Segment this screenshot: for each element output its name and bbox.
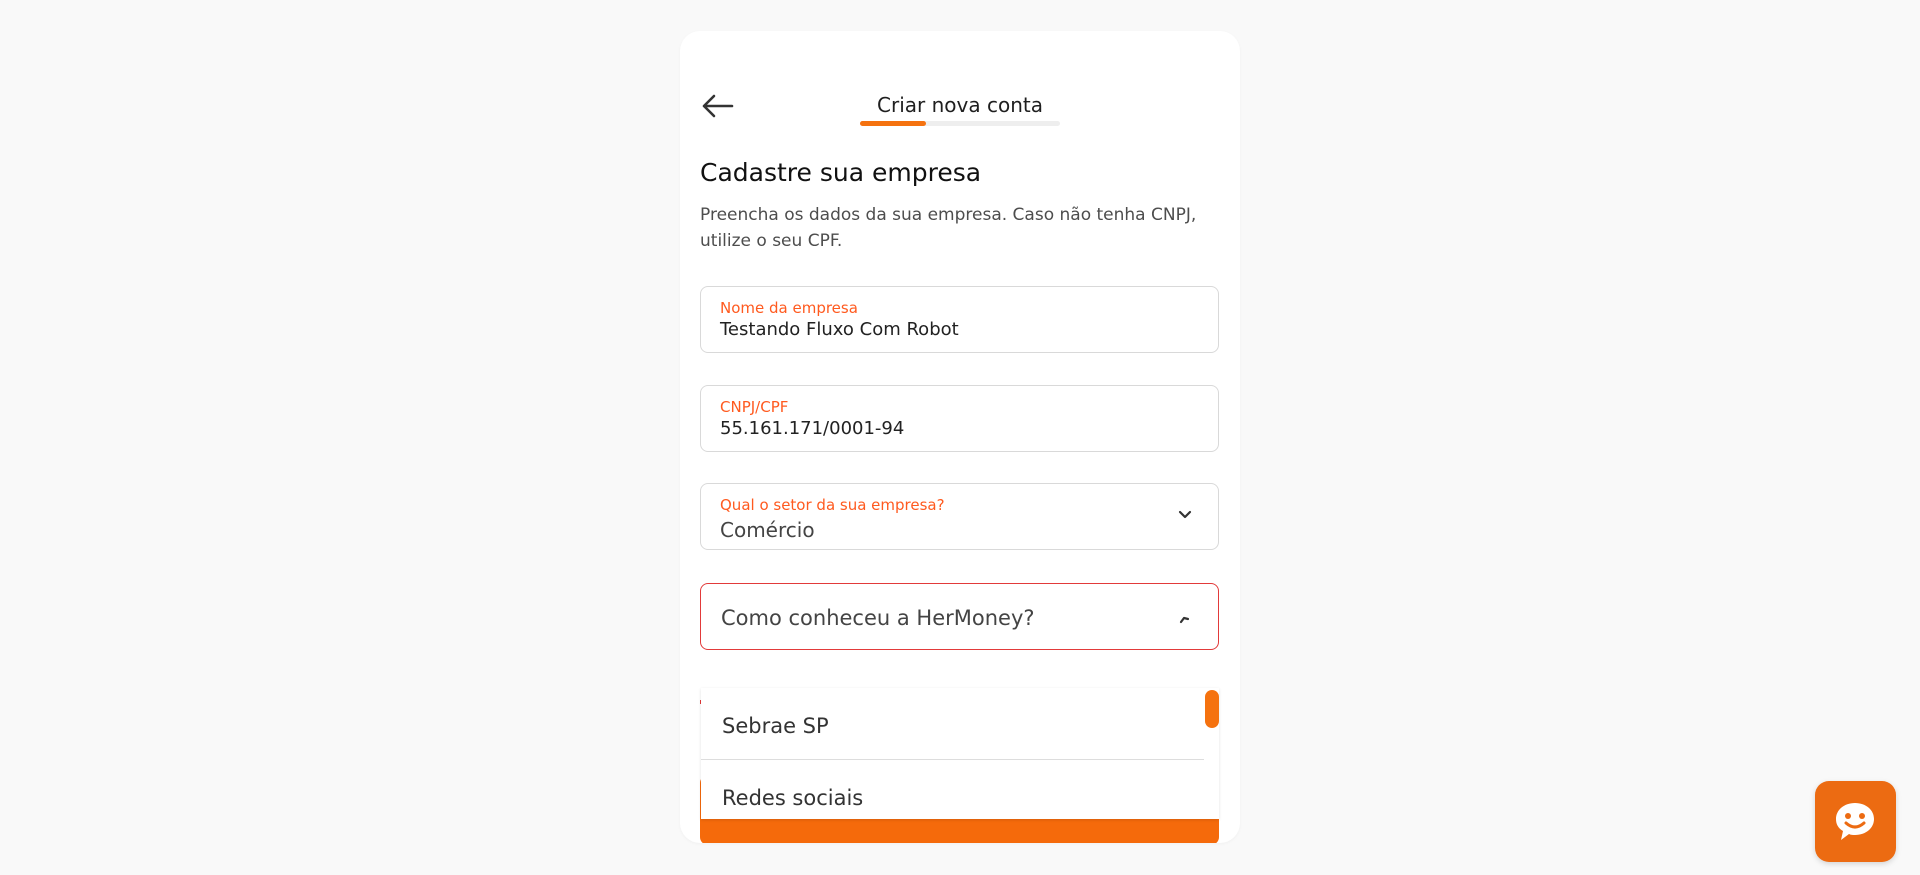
- referral-select[interactable]: Como conheceu a HerMoney?: [700, 583, 1219, 650]
- dropdown-option-sebrae[interactable]: Sebrae SP: [701, 690, 1204, 760]
- option-label: Sebrae SP: [722, 714, 829, 738]
- signup-card: Criar nova conta Cadastre sua empresa Pr…: [680, 31, 1240, 843]
- company-name-value[interactable]: Testando Fluxo Com Robot: [720, 319, 959, 340]
- option-label: Redes sociais: [722, 786, 864, 810]
- sector-select[interactable]: Qual o setor da sua empresa? Comércio: [700, 483, 1219, 550]
- chevron-up-icon: [1179, 616, 1190, 624]
- section-title: Cadastre sua empresa: [700, 158, 982, 187]
- company-name-field[interactable]: Nome da empresa Testando Fluxo Com Robot: [700, 286, 1219, 353]
- page-title: Criar nova conta: [877, 93, 1043, 117]
- progress-bar: [860, 121, 1060, 126]
- cnpj-cpf-field[interactable]: CNPJ/CPF 55.161.171/0001-94: [700, 385, 1219, 452]
- cnpj-cpf-label: CNPJ/CPF: [720, 398, 789, 416]
- referral-placeholder: Como conheceu a HerMoney?: [721, 606, 1035, 630]
- sector-value: Comércio: [720, 518, 815, 542]
- referral-dropdown: Sebrae SP Redes sociais: [701, 688, 1219, 819]
- sector-label: Qual o setor da sua empresa?: [720, 496, 945, 514]
- company-name-label: Nome da empresa: [720, 299, 858, 317]
- dropdown-scrollbar[interactable]: [1205, 690, 1219, 728]
- chat-bubble-icon: [1836, 803, 1874, 840]
- progress-bar-fill: [860, 121, 926, 126]
- chat-button[interactable]: [1815, 781, 1896, 862]
- section-description: Preencha os dados da sua empresa. Caso n…: [700, 205, 1197, 251]
- cnpj-cpf-value[interactable]: 55.161.171/0001-94: [720, 418, 904, 439]
- chevron-down-icon: [1178, 510, 1192, 519]
- dropdown-option-social[interactable]: Redes sociais: [701, 762, 1204, 819]
